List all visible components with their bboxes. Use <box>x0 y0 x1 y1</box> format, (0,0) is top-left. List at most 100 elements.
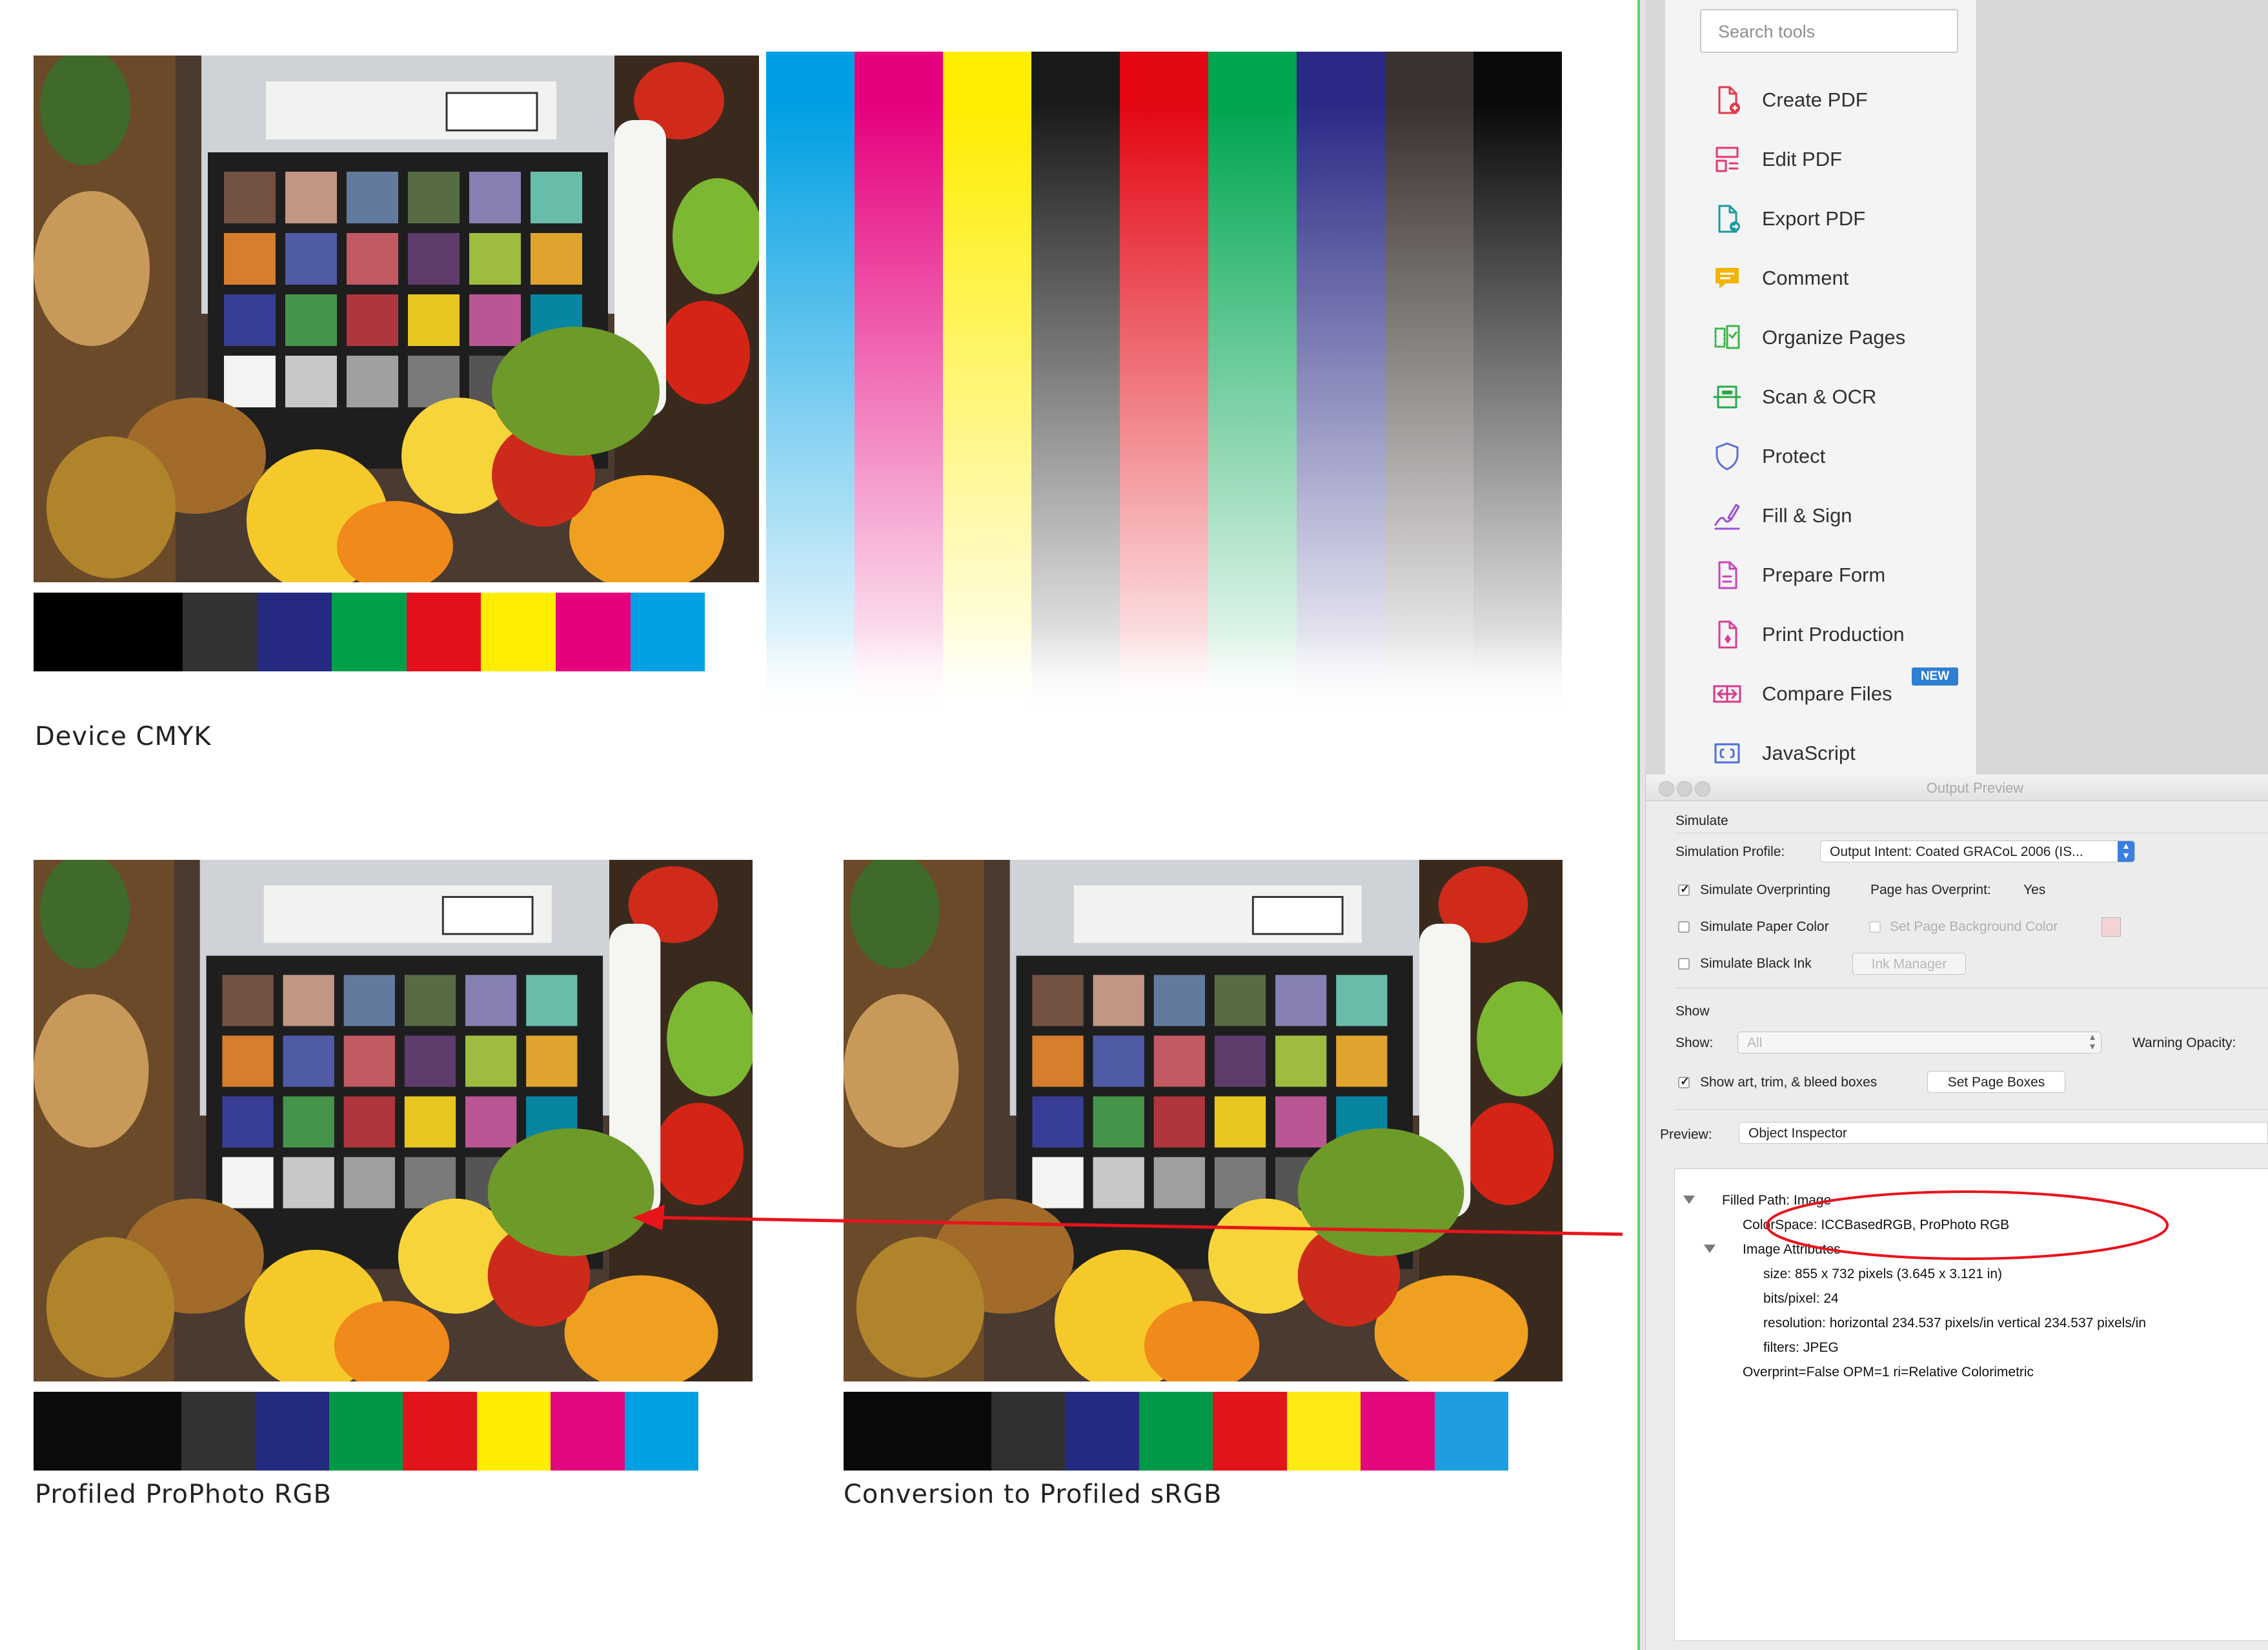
color-swatch-bar-cmyk <box>34 593 705 671</box>
page-background-color-well[interactable] <box>2101 917 2121 937</box>
photo-device-cmyk <box>34 56 759 582</box>
show-select[interactable]: All ▴ ▾ <box>1737 1032 2101 1054</box>
set-page-boxes-button[interactable]: Set Page Boxes <box>1927 1071 2065 1093</box>
simulation-profile-label: Simulation Profile: <box>1676 844 1785 859</box>
color-ramp <box>1208 52 1297 717</box>
color-swatch <box>1434 1392 1508 1471</box>
color-swatch <box>624 1392 698 1471</box>
photo-prophoto <box>34 860 753 1381</box>
color-swatch <box>1139 1392 1213 1471</box>
tool-protect[interactable]: Protect <box>1710 434 1969 479</box>
tool-export-pdf[interactable]: Export PDF <box>1710 196 1969 241</box>
edit-pdf-icon <box>1710 143 1744 176</box>
color-swatch-bar-srgb <box>844 1392 1508 1471</box>
simulate-overprinting-checkbox[interactable] <box>1678 882 1690 896</box>
color-swatch <box>34 593 108 671</box>
simulate-paper-color-checkbox[interactable] <box>1678 921 1690 933</box>
tool-comment[interactable]: Comment <box>1710 256 1969 301</box>
chevron-updown-icon: ▴ ▾ <box>2089 1032 2096 1052</box>
color-ramp <box>766 52 855 717</box>
color-swatch <box>255 1392 329 1471</box>
set-page-background-checkbox[interactable] <box>1869 921 1881 933</box>
simulate-paper-color-label: Simulate Paper Color <box>1700 919 1829 934</box>
caption-srgb: Conversion to Profiled sRGB <box>844 1480 1222 1509</box>
color-swatch <box>406 593 481 671</box>
still-life-image <box>34 860 753 1381</box>
tool-label: Create PDF <box>1762 88 1868 111</box>
photo-srgb <box>844 860 1563 1381</box>
tool-label: Edit PDF <box>1762 148 1843 170</box>
color-swatch-bar-prophoto <box>34 1392 698 1471</box>
tool-label: Compare Files <box>1762 682 1892 705</box>
simulation-profile-select[interactable]: Output Intent: Coated GRACoL 2006 (IS...… <box>1820 840 2135 862</box>
color-ramp <box>1385 52 1473 717</box>
color-swatch <box>108 593 183 671</box>
preview-select[interactable]: Object Inspector <box>1739 1122 2268 1144</box>
tool-organize-pages[interactable]: Organize Pages <box>1710 315 1969 360</box>
inspector-resolution: resolution: horizontal 234.537 pixels/in… <box>1763 1316 2147 1330</box>
inspector-filters: filters: JPEG <box>1763 1340 1839 1355</box>
warning-opacity-label: Warning Opacity: <box>2132 1035 2236 1050</box>
tool-scan-ocr[interactable]: Scan & OCR <box>1710 374 1969 420</box>
show-boxes-checkbox[interactable] <box>1678 1075 1690 1088</box>
color-swatch <box>107 1392 181 1471</box>
search-tools-input[interactable]: Search tools <box>1700 9 1958 53</box>
tool-fill-sign[interactable]: Fill & Sign <box>1710 493 1969 538</box>
tool-label: JavaScript <box>1762 742 1856 764</box>
color-swatch <box>329 1392 403 1471</box>
inspector-size: size: 855 x 732 pixels (3.645 x 3.121 in… <box>1763 1267 2003 1281</box>
color-swatch <box>991 1392 1066 1471</box>
simulation-profile-value: Output Intent: Coated GRACoL 2006 (IS... <box>1830 844 2083 859</box>
tool-label: Protect <box>1762 445 1826 467</box>
inspector-colorspace: ColorSpace: ICCBasedRGB, ProPhoto RGB <box>1743 1217 2010 1232</box>
color-ramp <box>855 52 943 717</box>
color-ramp <box>1031 52 1120 717</box>
export-pdf-icon <box>1710 202 1744 236</box>
tool-edit-pdf[interactable]: Edit PDF <box>1710 137 1969 182</box>
color-ramp <box>1473 52 1562 717</box>
color-swatch <box>551 1392 625 1471</box>
show-label: Show: <box>1676 1035 1714 1050</box>
comment-icon <box>1710 261 1744 295</box>
tool-label: Export PDF <box>1762 207 1866 230</box>
object-inspector-panel[interactable] <box>1674 1168 2268 1641</box>
show-boxes-label: Show art, trim, & bleed boxes <box>1700 1075 1878 1090</box>
tool-javascript[interactable]: JavaScript <box>1710 731 1969 776</box>
simulate-header: Simulate <box>1676 813 1728 828</box>
inspector-bits: bits/pixel: 24 <box>1763 1291 1839 1306</box>
color-swatch <box>34 1392 108 1471</box>
create-pdf-icon <box>1710 83 1744 117</box>
tool-prepare-form[interactable]: Prepare Form <box>1710 553 1969 598</box>
tool-print-production[interactable]: Print Production <box>1710 612 1969 657</box>
pane-scrollbar[interactable] <box>1640 0 1645 1650</box>
caption-prophoto: Profiled ProPhoto RGB <box>35 1480 332 1509</box>
disclosure-triangle-icon[interactable] <box>1683 1196 1695 1204</box>
chevron-updown-icon: ▴ ▾ <box>2118 841 2134 862</box>
dialog-titlebar[interactable]: Output Preview <box>1646 775 2268 801</box>
show-value: All <box>1747 1035 1763 1050</box>
inspector-overprint: Overprint=False OPM=1 ri=Relative Colori… <box>1743 1365 2034 1380</box>
tool-label: Comment <box>1762 267 1849 289</box>
tool-label: Organize Pages <box>1762 326 1906 349</box>
divider <box>1674 1109 2268 1110</box>
tool-create-pdf[interactable]: Create PDF <box>1710 77 1969 123</box>
color-swatch <box>1213 1392 1287 1471</box>
still-life-image <box>844 860 1563 1381</box>
color-swatch <box>1065 1392 1139 1471</box>
page-has-overprint-label: Page has Overprint: <box>1870 882 1991 897</box>
color-ramp <box>1297 52 1385 717</box>
simulate-black-ink-checkbox[interactable] <box>1678 958 1690 970</box>
color-swatch <box>403 1392 477 1471</box>
set-page-background-label: Set Page Background Color <box>1890 919 2058 934</box>
color-ramps <box>766 52 1562 717</box>
tool-label: Fill & Sign <box>1762 504 1852 527</box>
ramp-fade <box>766 633 1562 717</box>
simulate-black-ink-label: Simulate Black Ink <box>1700 956 1812 971</box>
still-life-image <box>34 56 759 582</box>
print-production-icon <box>1710 618 1744 651</box>
ink-manager-button[interactable]: Ink Manager <box>1852 953 1966 975</box>
page-has-overprint-value: Yes <box>2023 882 2046 897</box>
color-swatch <box>183 593 258 671</box>
compare-files-icon <box>1710 677 1744 711</box>
disclosure-triangle-icon[interactable] <box>1704 1245 1716 1253</box>
